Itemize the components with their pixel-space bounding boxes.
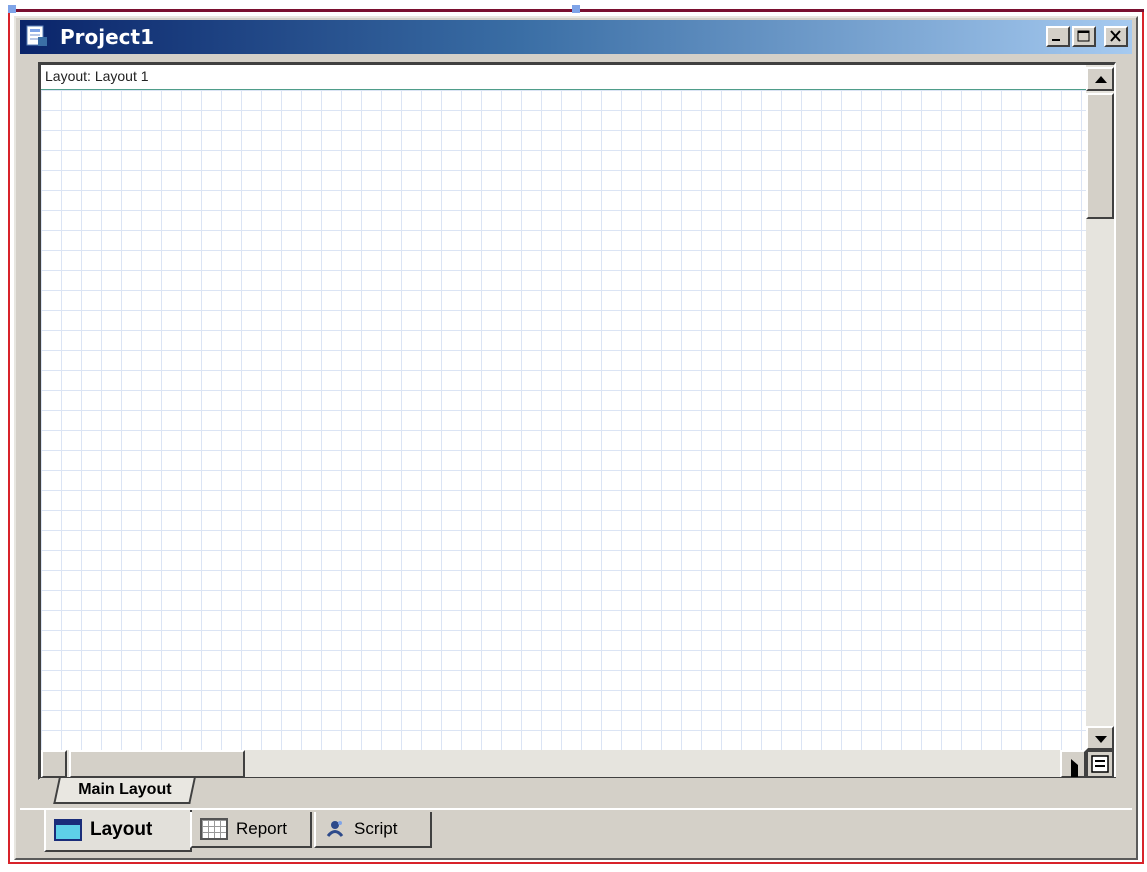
scroll-right-button[interactable] bbox=[1060, 750, 1086, 799]
canvas-header: Layout: Layout 1 bbox=[41, 65, 1086, 90]
split-view-icon bbox=[1091, 755, 1109, 773]
sheet-tab-strip: Main Layout bbox=[40, 777, 1116, 804]
close-button[interactable] bbox=[1104, 26, 1128, 47]
arrow-down-icon bbox=[1095, 736, 1107, 743]
tab-layout-label: Layout bbox=[90, 819, 153, 840]
sheet-tab-label: Main Layout bbox=[78, 781, 172, 798]
vertical-scroll-thumb[interactable] bbox=[1086, 93, 1114, 219]
tab-layout[interactable]: Layout bbox=[44, 810, 192, 852]
split-view-button[interactable] bbox=[1086, 750, 1114, 778]
maximize-button[interactable] bbox=[1072, 26, 1096, 47]
view-tab-bar: Layout Report Script bbox=[20, 808, 1132, 858]
scroll-down-button[interactable] bbox=[1086, 726, 1114, 750]
script-icon bbox=[326, 821, 344, 837]
layout-grid[interactable] bbox=[41, 90, 1086, 750]
canvas-header-label: Layout: Layout 1 bbox=[45, 68, 149, 84]
close-icon bbox=[1110, 30, 1121, 42]
selection-handle-top-middle[interactable] bbox=[572, 5, 580, 13]
scroll-up-button[interactable] bbox=[1086, 67, 1114, 91]
layout-icon bbox=[54, 819, 82, 841]
minimize-button[interactable] bbox=[1046, 26, 1070, 47]
tab-script[interactable]: Script bbox=[314, 812, 432, 848]
arrow-up-icon bbox=[1095, 76, 1107, 83]
report-icon bbox=[200, 818, 228, 840]
scroll-left-button[interactable] bbox=[41, 750, 84, 799]
tab-report-label: Report bbox=[236, 819, 288, 838]
horizontal-scroll-thumb[interactable] bbox=[69, 750, 245, 778]
project-window: Project1 Layout: Layout 1 Main Layout La… bbox=[14, 16, 1138, 860]
maximize-icon bbox=[1077, 30, 1090, 42]
tab-report[interactable]: Report bbox=[190, 812, 312, 848]
minimize-icon bbox=[1052, 39, 1060, 41]
tab-script-label: Script bbox=[354, 819, 398, 838]
layout-canvas-area: Layout: Layout 1 bbox=[38, 62, 1116, 799]
selection-handle-top-left[interactable] bbox=[8, 5, 16, 13]
window-title: Project1 bbox=[60, 25, 155, 49]
vertical-scrollbar[interactable] bbox=[1086, 65, 1114, 750]
project-app-icon bbox=[26, 25, 47, 46]
sheet-tab-main-layout[interactable]: Main Layout bbox=[53, 778, 197, 804]
horizontal-scrollbar[interactable] bbox=[41, 750, 1086, 799]
title-bar[interactable]: Project1 bbox=[20, 20, 1132, 54]
